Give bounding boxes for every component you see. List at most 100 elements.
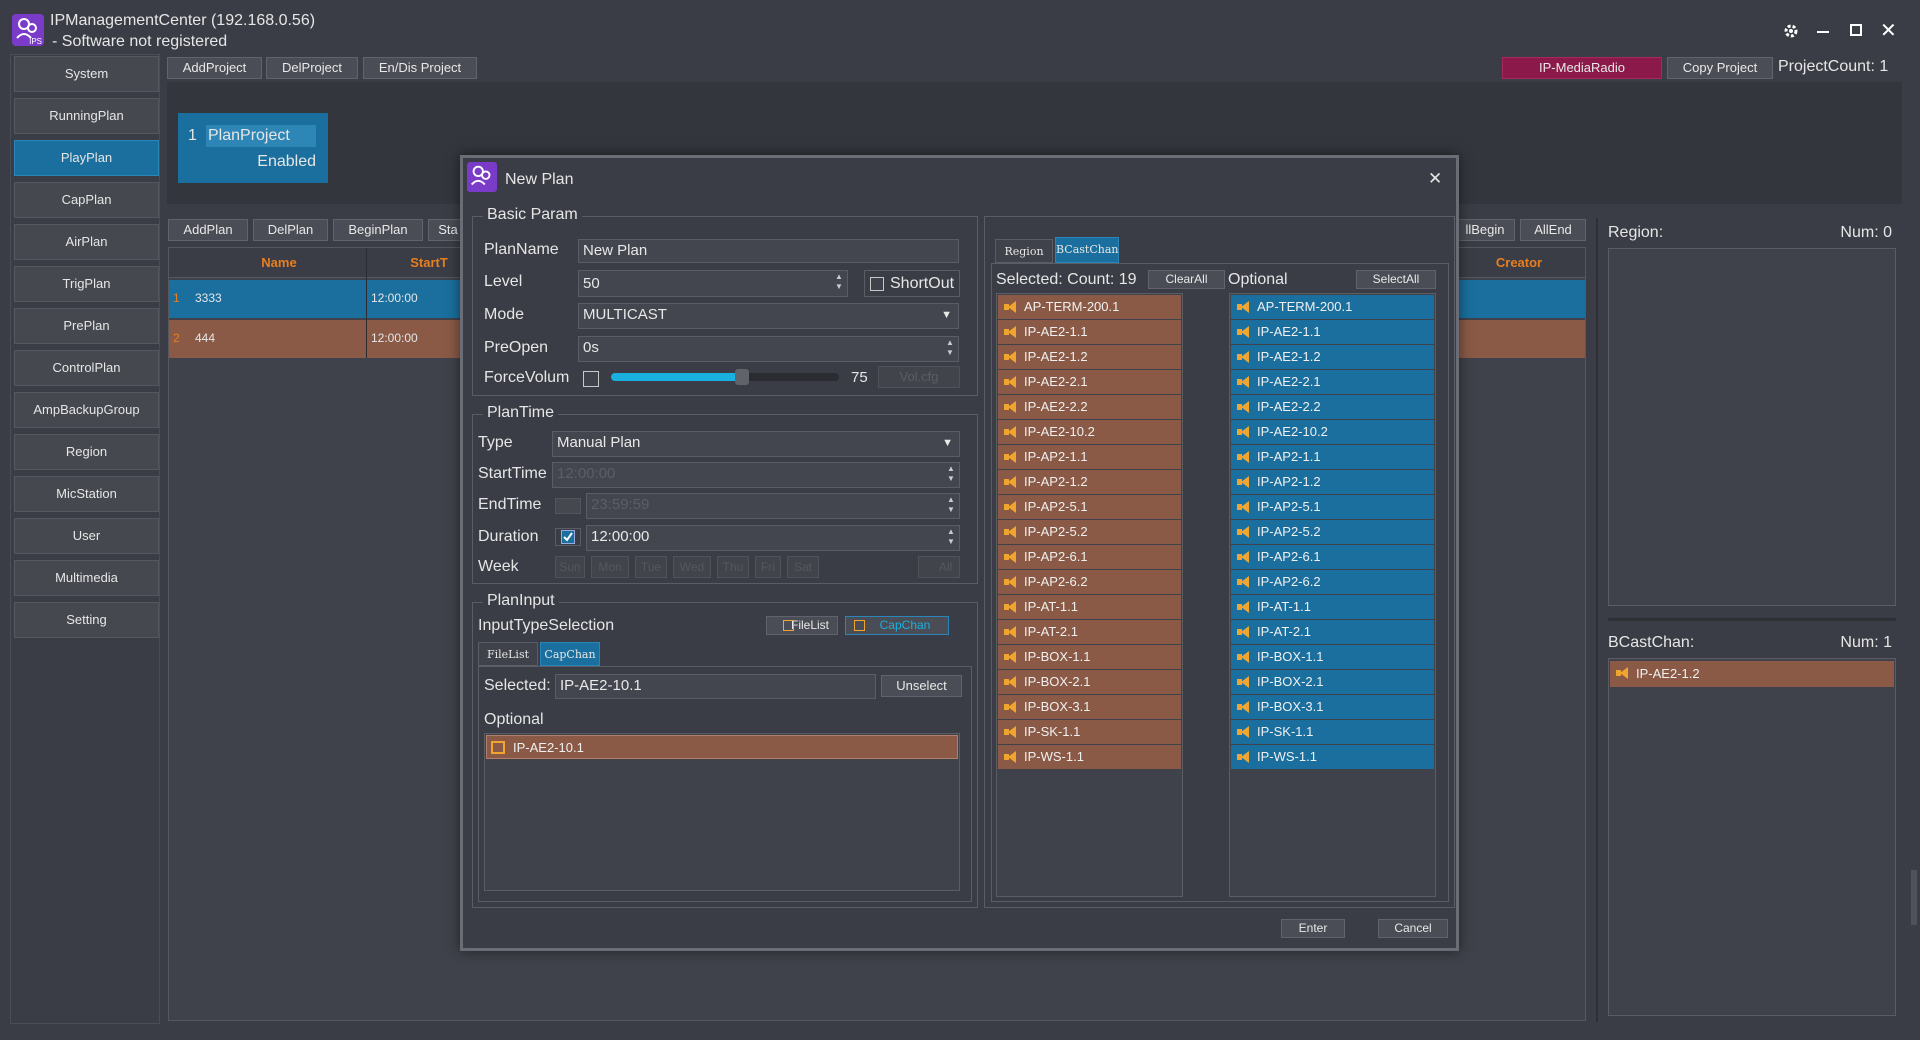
list-item[interactable]: IP-AP2-5.2 xyxy=(998,520,1181,544)
list-item[interactable]: IP-BOX-1.1 xyxy=(998,645,1181,669)
region-list[interactable] xyxy=(1608,248,1896,606)
spin-arrows-icon[interactable]: ▲ ▼ xyxy=(946,527,956,547)
selected-channels-list[interactable]: AP-TERM-200.1 IP-AE2-1.1 IP-AE2-1.2 IP-AE2-… xyxy=(996,293,1183,897)
list-item[interactable]: IP-AE2-1.2 xyxy=(1231,345,1434,369)
list-item[interactable]: IP-AE2-1.1 xyxy=(998,320,1181,344)
level-spinbox[interactable]: 50 ▲ ▼ xyxy=(578,270,848,297)
list-item[interactable]: IP-AP2-1.1 xyxy=(1231,445,1434,469)
spin-arrows-icon[interactable]: ▲ ▼ xyxy=(945,338,955,358)
list-item[interactable]: IP-WS-1.1 xyxy=(1231,745,1434,769)
list-item[interactable]: IP-AP2-6.2 xyxy=(1231,570,1434,594)
list-item[interactable]: IP-SK-1.1 xyxy=(1231,720,1434,744)
optional-channels-list[interactable]: AP-TERM-200.1 IP-AE2-1.1 IP-AE2-1.2 IP-AE2-… xyxy=(1229,293,1436,897)
all-end-button[interactable]: AllEnd xyxy=(1520,219,1586,241)
list-item[interactable]: IP-AE2-1.2 xyxy=(998,345,1181,369)
forcevol-checkbox[interactable] xyxy=(583,371,599,387)
list-item[interactable]: IP-AT-2.1 xyxy=(1231,620,1434,644)
sidebar-item-system[interactable]: System xyxy=(14,56,159,92)
list-item[interactable]: IP-AP2-6.2 xyxy=(998,570,1181,594)
list-item[interactable]: IP-AE2-2.2 xyxy=(998,395,1181,419)
add-plan-button[interactable]: AddPlan xyxy=(168,219,248,241)
del-plan-button[interactable]: DelPlan xyxy=(253,219,328,241)
selected-input[interactable]: IP-AE2-10.1 xyxy=(555,674,876,699)
list-item[interactable]: IP-SK-1.1 xyxy=(998,720,1181,744)
minimize-icon[interactable] xyxy=(1817,31,1829,33)
list-item[interactable]: IP-BOX-2.1 xyxy=(998,670,1181,694)
volume-slider[interactable] xyxy=(611,366,839,388)
capchan-type-button[interactable]: CapChan xyxy=(845,616,949,635)
plan-name-input[interactable]: New Plan xyxy=(578,239,959,263)
sidebar-item-playplan[interactable]: PlayPlan xyxy=(14,140,159,176)
list-item[interactable]: IP-AE2-10.2 xyxy=(998,420,1181,444)
list-item[interactable]: IP-AT-1.1 xyxy=(998,595,1181,619)
sidebar-item-airplan[interactable]: AirPlan xyxy=(14,224,159,260)
settings-gear-icon[interactable] xyxy=(1782,22,1800,40)
list-item[interactable]: IP-BOX-2.1 xyxy=(1231,670,1434,694)
list-item[interactable]: IP-AP2-1.2 xyxy=(998,470,1181,494)
list-item[interactable]: IP-AP2-1.2 xyxy=(1231,470,1434,494)
tab-bcastchan[interactable]: BCastChan xyxy=(1055,237,1119,263)
shortout-checkbox[interactable]: ShortOut xyxy=(864,270,960,297)
slider-handle[interactable] xyxy=(735,369,749,385)
select-all-button[interactable]: SelectAll xyxy=(1356,270,1436,289)
list-item[interactable]: IP-AP2-6.1 xyxy=(998,545,1181,569)
tab-filelist[interactable]: FileList xyxy=(478,642,538,666)
project-card[interactable]: 1 PlanProject Enabled xyxy=(178,113,328,183)
list-item[interactable]: IP-AP2-1.1 xyxy=(998,445,1181,469)
duration-input[interactable]: 12:00:00 ▲ ▼ xyxy=(586,525,960,551)
list-item[interactable]: IP-AP2-6.1 xyxy=(1231,545,1434,569)
sidebar-item-trigplan[interactable]: TrigPlan xyxy=(14,266,159,302)
tab-region[interactable]: Region xyxy=(995,239,1053,263)
add-project-button[interactable]: AddProject xyxy=(167,57,262,79)
mode-select[interactable]: MULTICAST ▼ xyxy=(578,303,959,329)
sidebar-item-setting[interactable]: Setting xyxy=(14,602,159,638)
unselect-button[interactable]: Unselect xyxy=(881,675,962,697)
bcast-list[interactable]: IP-AE2-1.2 xyxy=(1608,658,1896,1016)
duration-checkbox[interactable] xyxy=(555,528,581,546)
dialog-close-icon[interactable]: ✕ xyxy=(1428,169,1442,189)
restore-icon[interactable] xyxy=(1850,24,1862,36)
list-item[interactable]: IP-WS-1.1 xyxy=(998,745,1181,769)
list-item[interactable]: IP-AE2-1.1 xyxy=(1231,320,1434,344)
list-item[interactable]: IP-AE2-10.1 xyxy=(486,735,958,759)
close-icon[interactable]: ✕ xyxy=(1880,18,1897,43)
sidebar-item-controlplan[interactable]: ControlPlan xyxy=(14,350,159,386)
cancel-button[interactable]: Cancel xyxy=(1378,919,1448,938)
list-item[interactable]: IP-AT-1.1 xyxy=(1231,595,1434,619)
list-item[interactable]: AP-TERM-200.1 xyxy=(998,295,1181,319)
sidebar-item-ampbackupgroup[interactable]: AmpBackupGroup xyxy=(14,392,159,428)
list-item[interactable]: AP-TERM-200.1 xyxy=(1231,295,1434,319)
type-select[interactable]: Manual Plan ▼ xyxy=(552,431,960,457)
list-item[interactable]: IP-AE2-2.2 xyxy=(1231,395,1434,419)
spin-arrows-icon[interactable]: ▲ ▼ xyxy=(834,272,844,292)
preopen-spinbox[interactable]: 0s ▲ ▼ xyxy=(578,336,959,362)
list-item[interactable]: IP-BOX-3.1 xyxy=(1231,695,1434,719)
scrollbar[interactable] xyxy=(1911,870,1917,925)
sidebar-item-multimedia[interactable]: Multimedia xyxy=(14,560,159,596)
col-name-header[interactable]: Name xyxy=(189,248,369,278)
endis-project-button[interactable]: En/Dis Project xyxy=(363,57,477,79)
list-item[interactable]: IP-AE2-2.1 xyxy=(1231,370,1434,394)
col-creator-header[interactable]: Creator xyxy=(1459,248,1579,278)
list-item[interactable]: IP-BOX-1.1 xyxy=(1231,645,1434,669)
capchan-optional-list[interactable]: IP-AE2-10.1 xyxy=(484,733,960,891)
enter-button[interactable]: Enter xyxy=(1281,919,1345,938)
tab-capchan[interactable]: CapChan xyxy=(540,642,600,666)
sidebar-item-capplan[interactable]: CapPlan xyxy=(14,182,159,218)
list-item[interactable]: IP-AP2-5.1 xyxy=(998,495,1181,519)
list-item[interactable]: IP-AT-2.1 xyxy=(998,620,1181,644)
all-begin-button[interactable]: llBegin xyxy=(1455,219,1515,241)
list-item[interactable]: IP-AP2-5.1 xyxy=(1231,495,1434,519)
clear-all-button[interactable]: ClearAll xyxy=(1148,270,1225,289)
begin-plan-button[interactable]: BeginPlan xyxy=(333,219,423,241)
sidebar-item-runningplan[interactable]: RunningPlan xyxy=(14,98,159,134)
sidebar-item-preplan[interactable]: PrePlan xyxy=(14,308,159,344)
sidebar-item-region[interactable]: Region xyxy=(14,434,159,470)
copy-project-button[interactable]: Copy Project xyxy=(1667,57,1773,79)
list-item[interactable]: IP-AP2-5.2 xyxy=(1231,520,1434,544)
filelist-type-button[interactable]: FileList xyxy=(766,616,838,635)
list-item[interactable]: IP-AE2-2.1 xyxy=(998,370,1181,394)
del-project-button[interactable]: DelProject xyxy=(266,57,358,79)
list-item[interactable]: IP-AE2-1.2 xyxy=(1610,661,1894,687)
sidebar-item-micstation[interactable]: MicStation xyxy=(14,476,159,512)
